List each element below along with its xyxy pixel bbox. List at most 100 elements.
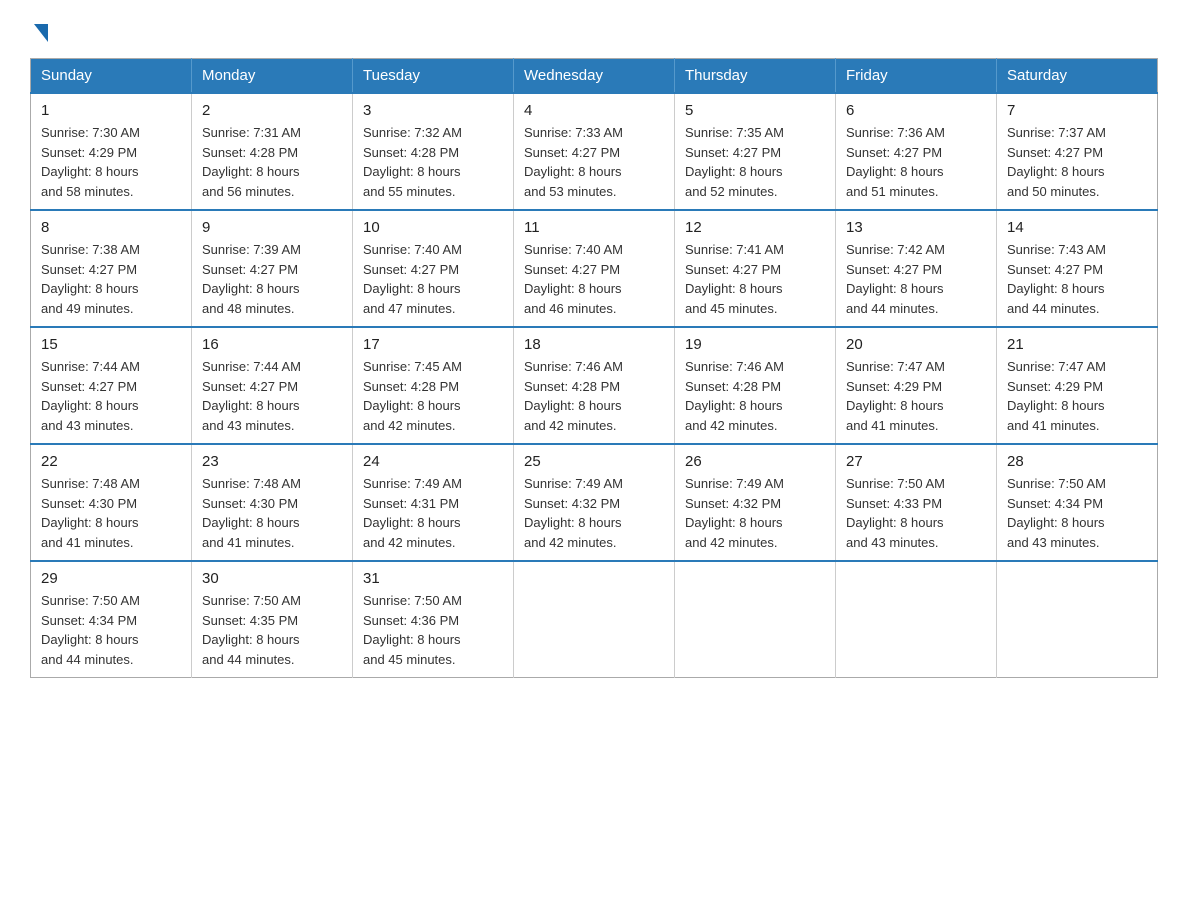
day-number: 16	[202, 336, 342, 353]
day-info: Sunrise: 7:48 AMSunset: 4:30 PMDaylight:…	[202, 474, 342, 552]
day-info: Sunrise: 7:50 AMSunset: 4:35 PMDaylight:…	[202, 591, 342, 669]
day-number: 25	[524, 453, 664, 470]
day-info: Sunrise: 7:49 AMSunset: 4:32 PMDaylight:…	[685, 474, 825, 552]
day-number: 24	[363, 453, 503, 470]
day-info: Sunrise: 7:49 AMSunset: 4:32 PMDaylight:…	[524, 474, 664, 552]
day-number: 20	[846, 336, 986, 353]
day-number: 28	[1007, 453, 1147, 470]
calendar-cell: 27 Sunrise: 7:50 AMSunset: 4:33 PMDaylig…	[836, 444, 997, 561]
calendar-cell: 16 Sunrise: 7:44 AMSunset: 4:27 PMDaylig…	[192, 327, 353, 444]
day-number: 5	[685, 102, 825, 119]
calendar-cell: 1 Sunrise: 7:30 AMSunset: 4:29 PMDayligh…	[31, 93, 192, 210]
calendar-cell: 23 Sunrise: 7:48 AMSunset: 4:30 PMDaylig…	[192, 444, 353, 561]
calendar-cell: 14 Sunrise: 7:43 AMSunset: 4:27 PMDaylig…	[997, 210, 1158, 327]
calendar-cell: 18 Sunrise: 7:46 AMSunset: 4:28 PMDaylig…	[514, 327, 675, 444]
calendar-cell: 30 Sunrise: 7:50 AMSunset: 4:35 PMDaylig…	[192, 561, 353, 678]
calendar-week-row: 22 Sunrise: 7:48 AMSunset: 4:30 PMDaylig…	[31, 444, 1158, 561]
calendar-cell: 2 Sunrise: 7:31 AMSunset: 4:28 PMDayligh…	[192, 93, 353, 210]
day-info: Sunrise: 7:47 AMSunset: 4:29 PMDaylight:…	[846, 357, 986, 435]
logo-general-text	[30, 20, 48, 42]
day-info: Sunrise: 7:40 AMSunset: 4:27 PMDaylight:…	[524, 240, 664, 318]
calendar-cell	[997, 561, 1158, 678]
calendar-cell: 8 Sunrise: 7:38 AMSunset: 4:27 PMDayligh…	[31, 210, 192, 327]
day-number: 29	[41, 570, 181, 587]
day-info: Sunrise: 7:45 AMSunset: 4:28 PMDaylight:…	[363, 357, 503, 435]
day-number: 27	[846, 453, 986, 470]
day-number: 4	[524, 102, 664, 119]
calendar-cell	[836, 561, 997, 678]
day-info: Sunrise: 7:33 AMSunset: 4:27 PMDaylight:…	[524, 123, 664, 201]
day-info: Sunrise: 7:40 AMSunset: 4:27 PMDaylight:…	[363, 240, 503, 318]
calendar-header-saturday: Saturday	[997, 59, 1158, 94]
day-number: 17	[363, 336, 503, 353]
calendar-cell: 7 Sunrise: 7:37 AMSunset: 4:27 PMDayligh…	[997, 93, 1158, 210]
day-number: 21	[1007, 336, 1147, 353]
calendar-cell: 28 Sunrise: 7:50 AMSunset: 4:34 PMDaylig…	[997, 444, 1158, 561]
calendar-cell: 9 Sunrise: 7:39 AMSunset: 4:27 PMDayligh…	[192, 210, 353, 327]
calendar-cell: 17 Sunrise: 7:45 AMSunset: 4:28 PMDaylig…	[353, 327, 514, 444]
day-number: 26	[685, 453, 825, 470]
calendar-cell: 22 Sunrise: 7:48 AMSunset: 4:30 PMDaylig…	[31, 444, 192, 561]
day-number: 30	[202, 570, 342, 587]
day-info: Sunrise: 7:46 AMSunset: 4:28 PMDaylight:…	[685, 357, 825, 435]
day-info: Sunrise: 7:50 AMSunset: 4:34 PMDaylight:…	[1007, 474, 1147, 552]
day-number: 8	[41, 219, 181, 236]
day-info: Sunrise: 7:31 AMSunset: 4:28 PMDaylight:…	[202, 123, 342, 201]
logo-arrow-icon	[34, 24, 48, 42]
day-number: 1	[41, 102, 181, 119]
day-info: Sunrise: 7:49 AMSunset: 4:31 PMDaylight:…	[363, 474, 503, 552]
calendar-header-tuesday: Tuesday	[353, 59, 514, 94]
calendar-header-wednesday: Wednesday	[514, 59, 675, 94]
day-info: Sunrise: 7:38 AMSunset: 4:27 PMDaylight:…	[41, 240, 181, 318]
day-number: 23	[202, 453, 342, 470]
calendar-week-row: 1 Sunrise: 7:30 AMSunset: 4:29 PMDayligh…	[31, 93, 1158, 210]
calendar-table: SundayMondayTuesdayWednesdayThursdayFrid…	[30, 58, 1158, 678]
calendar-cell	[514, 561, 675, 678]
calendar-week-row: 15 Sunrise: 7:44 AMSunset: 4:27 PMDaylig…	[31, 327, 1158, 444]
day-number: 10	[363, 219, 503, 236]
calendar-cell: 24 Sunrise: 7:49 AMSunset: 4:31 PMDaylig…	[353, 444, 514, 561]
day-number: 22	[41, 453, 181, 470]
day-number: 18	[524, 336, 664, 353]
calendar-cell: 29 Sunrise: 7:50 AMSunset: 4:34 PMDaylig…	[31, 561, 192, 678]
day-info: Sunrise: 7:46 AMSunset: 4:28 PMDaylight:…	[524, 357, 664, 435]
calendar-week-row: 29 Sunrise: 7:50 AMSunset: 4:34 PMDaylig…	[31, 561, 1158, 678]
day-info: Sunrise: 7:48 AMSunset: 4:30 PMDaylight:…	[41, 474, 181, 552]
day-number: 14	[1007, 219, 1147, 236]
day-info: Sunrise: 7:47 AMSunset: 4:29 PMDaylight:…	[1007, 357, 1147, 435]
calendar-cell: 26 Sunrise: 7:49 AMSunset: 4:32 PMDaylig…	[675, 444, 836, 561]
day-info: Sunrise: 7:35 AMSunset: 4:27 PMDaylight:…	[685, 123, 825, 201]
day-number: 31	[363, 570, 503, 587]
day-number: 19	[685, 336, 825, 353]
day-info: Sunrise: 7:44 AMSunset: 4:27 PMDaylight:…	[202, 357, 342, 435]
day-number: 12	[685, 219, 825, 236]
day-info: Sunrise: 7:30 AMSunset: 4:29 PMDaylight:…	[41, 123, 181, 201]
calendar-cell: 15 Sunrise: 7:44 AMSunset: 4:27 PMDaylig…	[31, 327, 192, 444]
calendar-cell: 11 Sunrise: 7:40 AMSunset: 4:27 PMDaylig…	[514, 210, 675, 327]
calendar-header-sunday: Sunday	[31, 59, 192, 94]
calendar-cell: 3 Sunrise: 7:32 AMSunset: 4:28 PMDayligh…	[353, 93, 514, 210]
calendar-header-friday: Friday	[836, 59, 997, 94]
day-info: Sunrise: 7:42 AMSunset: 4:27 PMDaylight:…	[846, 240, 986, 318]
calendar-cell: 5 Sunrise: 7:35 AMSunset: 4:27 PMDayligh…	[675, 93, 836, 210]
day-number: 2	[202, 102, 342, 119]
day-info: Sunrise: 7:50 AMSunset: 4:36 PMDaylight:…	[363, 591, 503, 669]
calendar-cell: 21 Sunrise: 7:47 AMSunset: 4:29 PMDaylig…	[997, 327, 1158, 444]
calendar-cell: 31 Sunrise: 7:50 AMSunset: 4:36 PMDaylig…	[353, 561, 514, 678]
calendar-cell: 13 Sunrise: 7:42 AMSunset: 4:27 PMDaylig…	[836, 210, 997, 327]
day-info: Sunrise: 7:44 AMSunset: 4:27 PMDaylight:…	[41, 357, 181, 435]
calendar-cell: 4 Sunrise: 7:33 AMSunset: 4:27 PMDayligh…	[514, 93, 675, 210]
calendar-cell: 19 Sunrise: 7:46 AMSunset: 4:28 PMDaylig…	[675, 327, 836, 444]
day-number: 9	[202, 219, 342, 236]
day-number: 11	[524, 219, 664, 236]
calendar-cell: 12 Sunrise: 7:41 AMSunset: 4:27 PMDaylig…	[675, 210, 836, 327]
calendar-week-row: 8 Sunrise: 7:38 AMSunset: 4:27 PMDayligh…	[31, 210, 1158, 327]
day-info: Sunrise: 7:36 AMSunset: 4:27 PMDaylight:…	[846, 123, 986, 201]
day-info: Sunrise: 7:37 AMSunset: 4:27 PMDaylight:…	[1007, 123, 1147, 201]
calendar-header-monday: Monday	[192, 59, 353, 94]
day-number: 15	[41, 336, 181, 353]
calendar-header-thursday: Thursday	[675, 59, 836, 94]
calendar-cell	[675, 561, 836, 678]
calendar-cell: 25 Sunrise: 7:49 AMSunset: 4:32 PMDaylig…	[514, 444, 675, 561]
calendar-cell: 6 Sunrise: 7:36 AMSunset: 4:27 PMDayligh…	[836, 93, 997, 210]
